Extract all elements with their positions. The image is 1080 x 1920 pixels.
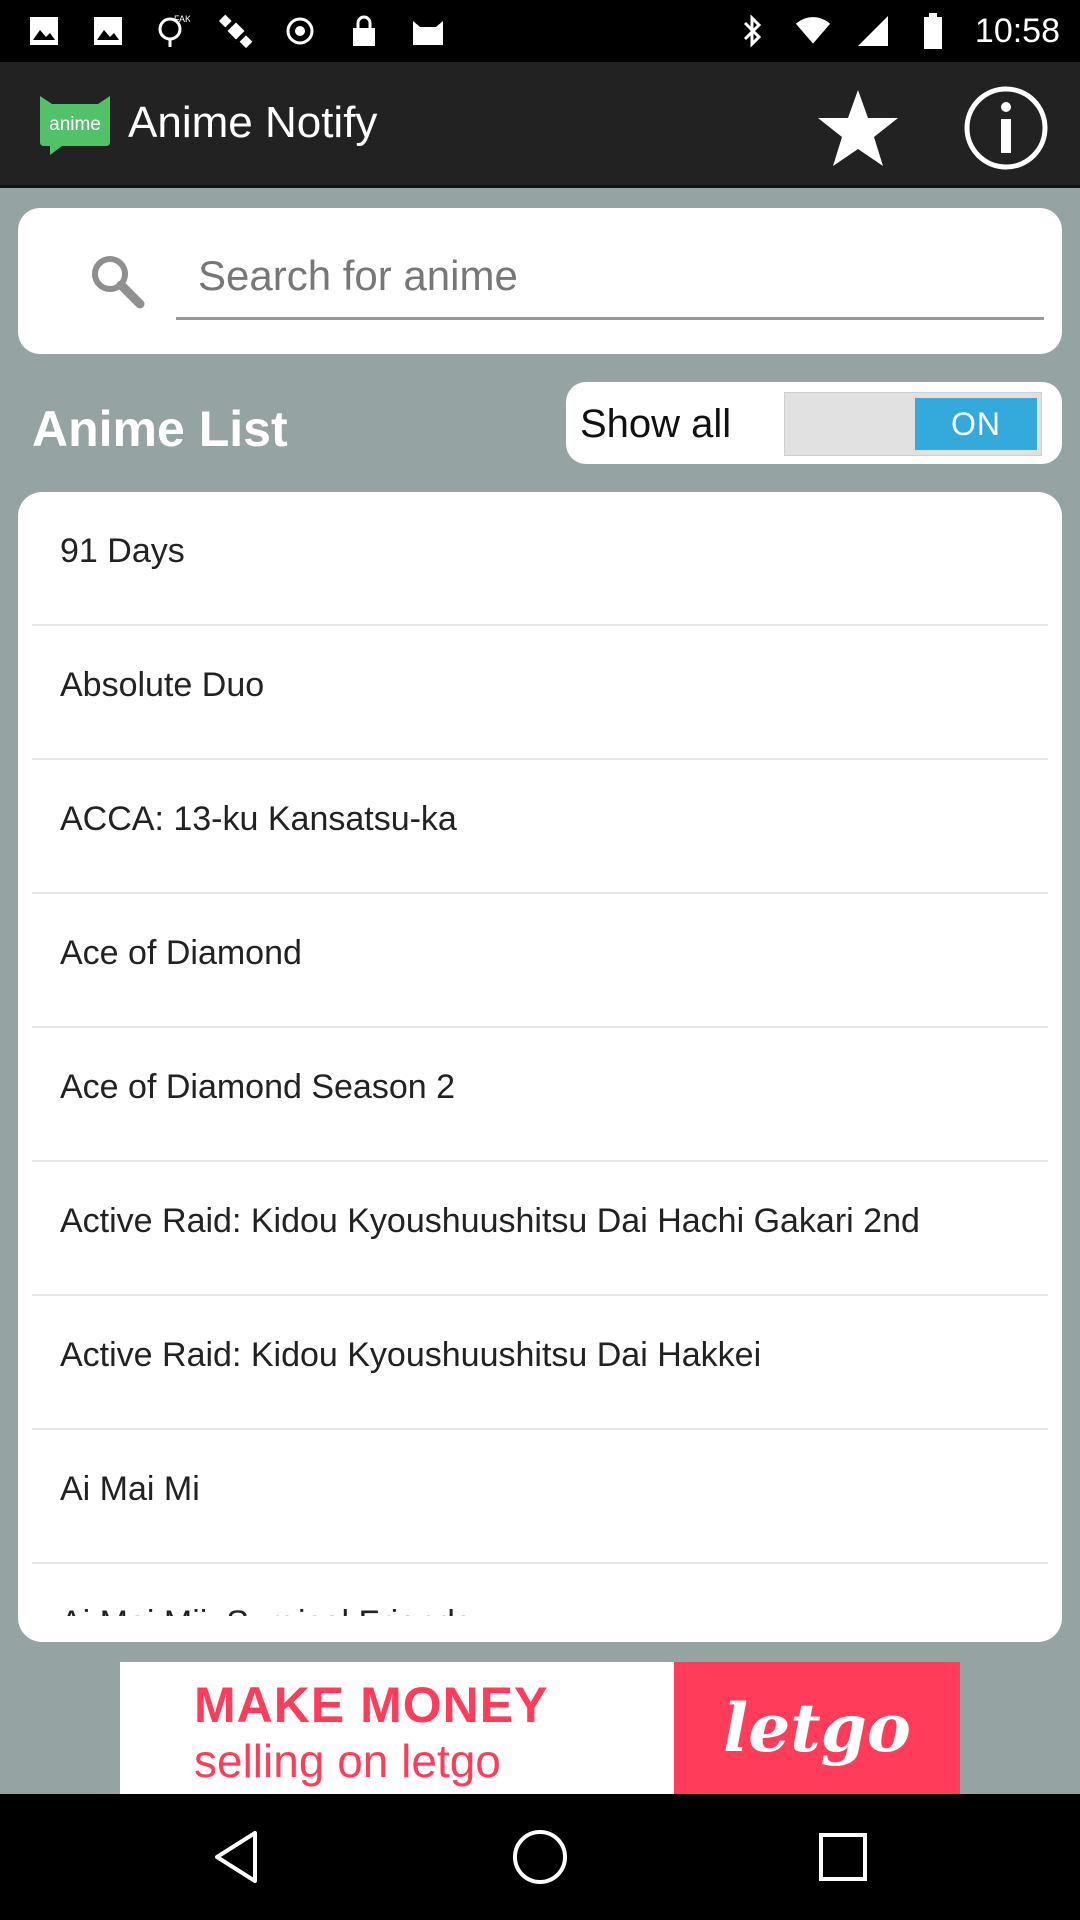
list-item[interactable]: Active Raid: Kidou Kyoushuushitsu Dai Ha… — [32, 1296, 1048, 1430]
home-button[interactable] — [507, 1824, 573, 1890]
show-all-card: Show all ON — [566, 382, 1062, 464]
back-button[interactable] — [206, 1824, 272, 1890]
anime-list: 91 Days Absolute Duo ACCA: 13-ku Kansats… — [18, 492, 1062, 1642]
recents-icon — [819, 1833, 867, 1881]
lock-icon — [346, 13, 382, 49]
list-item[interactable]: Ai Mai Mii: Surgical Friends — [32, 1564, 1048, 1616]
toggle-on-state: ON — [915, 398, 1037, 450]
list-item-label: Ai Mai Mii: Surgical Friends — [60, 1604, 472, 1616]
list-item-label: Active Raid: Kidou Kyoushuushitsu Dai Ha… — [60, 1336, 762, 1374]
ad-text-panel: MAKE MONEY selling on letgo — [120, 1662, 674, 1794]
app-bar: anime Anime Notify — [0, 62, 1080, 188]
list-item[interactable]: ACCA: 13-ku Kansatsu-ka — [32, 760, 1048, 894]
list-item-label: Ace of Diamond — [60, 934, 302, 972]
home-icon — [513, 1830, 567, 1884]
star-icon — [818, 90, 898, 166]
signal-icon — [855, 13, 891, 49]
show-all-label: Show all — [580, 402, 732, 446]
clock: 10:58 — [974, 11, 1060, 50]
list-item[interactable]: Ai Mai Mi — [32, 1430, 1048, 1564]
recents-button[interactable] — [810, 1824, 876, 1890]
back-icon — [215, 1831, 257, 1883]
search-icon — [88, 252, 148, 312]
svg-text:FAKE: FAKE — [174, 14, 190, 24]
photo-icon — [26, 13, 62, 49]
list-item[interactable]: Absolute Duo — [32, 626, 1048, 760]
list-item[interactable]: Ace of Diamond — [32, 894, 1048, 1028]
satellite-icon — [218, 13, 254, 49]
list-item-label: Ace of Diamond Season 2 — [60, 1068, 456, 1106]
list-item-label: 91 Days — [60, 532, 185, 570]
sync-icon — [282, 13, 318, 49]
ad-brand-logo: letgo — [723, 1689, 911, 1767]
list-item-label: Absolute Duo — [60, 666, 265, 704]
list-item[interactable]: Active Raid: Kidou Kyoushuushitsu Dai Ha… — [32, 1162, 1048, 1296]
ad-banner[interactable]: MAKE MONEY selling on letgo letgo — [120, 1662, 960, 1794]
list-item[interactable]: Ace of Diamond Season 2 — [32, 1028, 1048, 1162]
list-item[interactable]: 91 Days — [32, 492, 1048, 626]
bluetooth-icon — [735, 13, 771, 49]
app-title: Anime Notify — [128, 98, 378, 147]
search-card — [18, 208, 1062, 354]
show-all-toggle[interactable]: ON — [784, 392, 1042, 456]
list-item-label: Active Raid: Kidou Kyoushuushitsu Dai Ha… — [60, 1202, 920, 1240]
wifi-icon — [795, 13, 831, 49]
svg-text:anime: anime — [49, 114, 101, 135]
photo-icon — [90, 13, 126, 49]
ad-subline: selling on letgo — [194, 1735, 501, 1787]
info-icon — [964, 86, 1048, 170]
fake-gps-icon: FAKE — [154, 13, 190, 49]
ad-brand-panel: letgo — [674, 1662, 960, 1794]
status-bar: FAKE 10:58 — [0, 0, 1080, 62]
ad-headline: MAKE MONEY — [194, 1677, 549, 1733]
favorites-button[interactable] — [812, 84, 904, 172]
cat-icon — [410, 13, 446, 49]
navigation-bar — [0, 1794, 1080, 1920]
anime-list-heading: Anime List — [32, 401, 288, 457]
search-input[interactable] — [176, 234, 1044, 320]
battery-icon — [915, 13, 951, 49]
app-logo-icon: anime — [38, 92, 112, 156]
info-button[interactable] — [960, 82, 1052, 174]
list-item-label: ACCA: 13-ku Kansatsu-ka — [60, 800, 457, 838]
list-item-label: Ai Mai Mi — [60, 1470, 200, 1508]
